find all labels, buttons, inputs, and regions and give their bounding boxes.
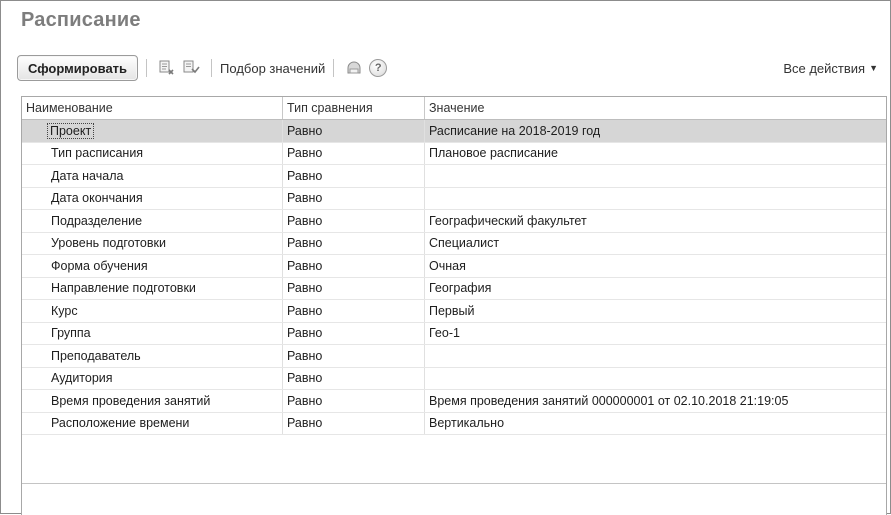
all-actions-menu[interactable]: Все действия ▼ bbox=[783, 61, 882, 76]
load-settings-icon[interactable] bbox=[157, 58, 177, 78]
cell-name[interactable]: Группа bbox=[22, 322, 283, 344]
cell-name-text: Уровень подготовки bbox=[51, 236, 166, 251]
table-row[interactable]: Проект Равно Расписание на 2018-2019 год bbox=[22, 120, 886, 143]
table-row[interactable]: Группа Равно Гео-1 bbox=[22, 322, 886, 345]
toolbar: Сформировать Подбор значений ? Все дейст… bbox=[17, 53, 882, 83]
table-row[interactable]: Преподаватель Равно bbox=[22, 345, 886, 368]
cell-value[interactable]: Географический факультет bbox=[425, 210, 886, 232]
generate-button[interactable]: Сформировать bbox=[17, 55, 139, 81]
cell-name[interactable]: Уровень подготовки bbox=[22, 232, 283, 254]
cell-name[interactable]: Тип расписания bbox=[22, 142, 283, 164]
cell-name[interactable]: Аудитория bbox=[22, 367, 283, 389]
cell-comparison[interactable]: Равно bbox=[283, 412, 425, 434]
print-icon[interactable] bbox=[344, 58, 364, 78]
table-row[interactable]: Курс Равно Первый bbox=[22, 300, 886, 323]
cell-name[interactable]: Преподаватель bbox=[22, 345, 283, 367]
cell-value[interactable]: Время проведения занятий 000000001 от 02… bbox=[425, 390, 886, 412]
pick-values-button[interactable]: Подбор значений bbox=[220, 61, 325, 76]
cell-value[interactable]: Очная bbox=[425, 255, 886, 277]
cell-comparison[interactable]: Равно bbox=[283, 322, 425, 344]
save-settings-icon[interactable] bbox=[181, 58, 201, 78]
table-row[interactable]: Аудитория Равно bbox=[22, 367, 886, 390]
table-row[interactable]: Дата начала Равно bbox=[22, 165, 886, 188]
help-glyph: ? bbox=[369, 59, 388, 77]
cell-name[interactable]: Подразделение bbox=[22, 210, 283, 232]
toolbar-separator bbox=[211, 59, 213, 77]
column-header-value[interactable]: Значение bbox=[425, 97, 886, 119]
cell-name-text: Дата окончания bbox=[51, 191, 143, 206]
table-row[interactable]: Уровень подготовки Равно Специалист bbox=[22, 232, 886, 255]
cell-comparison[interactable]: Равно bbox=[283, 255, 425, 277]
report-window: Расписание Сформировать Подбор значений bbox=[0, 0, 891, 515]
table-row[interactable]: Подразделение Равно Географический факульт… bbox=[22, 210, 886, 233]
cell-name[interactable]: Направление подготовки bbox=[22, 277, 283, 299]
cell-value[interactable] bbox=[425, 165, 886, 187]
grid-body: Проект Равно Расписание на 2018-2019 год Ти… bbox=[22, 120, 886, 435]
cell-name[interactable]: Дата окончания bbox=[22, 187, 283, 209]
cell-name[interactable]: Дата начала bbox=[22, 165, 283, 187]
cell-name-text: Форма обучения bbox=[51, 258, 148, 273]
grid-footer-line bbox=[22, 483, 886, 484]
cell-comparison[interactable]: Равно bbox=[283, 277, 425, 299]
column-header-comparison[interactable]: Тип сравнения bbox=[283, 97, 425, 119]
cell-comparison[interactable]: Равно bbox=[283, 367, 425, 389]
cell-value[interactable]: Расписание на 2018-2019 год bbox=[425, 120, 886, 142]
cell-name-text: Тип расписания bbox=[51, 146, 144, 161]
table-row[interactable]: Тип расписания Равно Плановое расписание bbox=[22, 142, 886, 165]
cell-value[interactable]: География bbox=[425, 278, 886, 300]
window-title: Расписание bbox=[21, 9, 141, 31]
cell-value[interactable]: Вертикально bbox=[425, 413, 886, 435]
all-actions-label: Все действия bbox=[783, 60, 866, 76]
table-row[interactable]: Форма обучения Равно Очная bbox=[22, 255, 886, 278]
cell-value[interactable] bbox=[425, 345, 886, 367]
cell-name-text: Направление подготовки bbox=[51, 281, 196, 296]
cell-value[interactable] bbox=[425, 368, 886, 390]
cell-name-text: Время проведения занятий bbox=[51, 393, 211, 408]
cell-name[interactable]: Форма обучения bbox=[22, 255, 283, 277]
table-row[interactable]: Направление подготовки Равно География bbox=[22, 277, 886, 300]
chevron-down-icon: ▼ bbox=[869, 63, 878, 73]
cell-value[interactable]: Плановое расписание bbox=[425, 143, 886, 165]
settings-grid[interactable]: Наименование Тип сравнения Значение Прое… bbox=[21, 96, 887, 515]
table-row[interactable]: Расположение времени Равно Вертикально bbox=[22, 412, 886, 435]
cell-name[interactable]: Курс bbox=[22, 300, 283, 322]
table-row[interactable]: Дата окончания Равно bbox=[22, 187, 886, 210]
grid-header: Наименование Тип сравнения Значение bbox=[22, 97, 886, 120]
cell-name[interactable]: Расположение времени bbox=[22, 412, 283, 434]
cell-name-text: Аудитория bbox=[51, 371, 113, 386]
table-row[interactable]: Время проведения занятий Равно Время прове… bbox=[22, 390, 886, 413]
cell-value[interactable]: Первый bbox=[425, 300, 886, 322]
cell-name-text: Преподаватель bbox=[51, 348, 141, 363]
cell-name-text: Курс bbox=[51, 303, 78, 318]
cell-comparison[interactable]: Равно bbox=[283, 390, 425, 412]
cell-value[interactable]: Гео-1 bbox=[425, 323, 886, 345]
cell-comparison[interactable]: Равно bbox=[283, 187, 425, 209]
cell-name-text: Подразделение bbox=[51, 213, 143, 228]
cell-name[interactable]: Проект bbox=[22, 120, 283, 142]
cell-value[interactable] bbox=[425, 188, 886, 210]
cell-name-text: Группа bbox=[51, 326, 91, 341]
cell-name-text: Расположение времени bbox=[51, 416, 190, 431]
cell-comparison[interactable]: Равно bbox=[283, 120, 425, 142]
cell-name-text: Дата начала bbox=[51, 168, 124, 183]
cell-comparison[interactable]: Равно bbox=[283, 210, 425, 232]
cell-name[interactable]: Время проведения занятий bbox=[22, 390, 283, 412]
cell-value[interactable]: Специалист bbox=[425, 233, 886, 255]
cell-name-text: Проект bbox=[46, 122, 95, 139]
cell-comparison[interactable]: Равно bbox=[283, 345, 425, 367]
toolbar-separator bbox=[333, 59, 335, 77]
toolbar-separator bbox=[146, 59, 148, 77]
cell-comparison[interactable]: Равно bbox=[283, 142, 425, 164]
column-header-name[interactable]: Наименование bbox=[22, 97, 283, 119]
cell-comparison[interactable]: Равно bbox=[283, 232, 425, 254]
help-icon[interactable]: ? bbox=[368, 58, 388, 78]
cell-comparison[interactable]: Равно bbox=[283, 300, 425, 322]
cell-comparison[interactable]: Равно bbox=[283, 165, 425, 187]
